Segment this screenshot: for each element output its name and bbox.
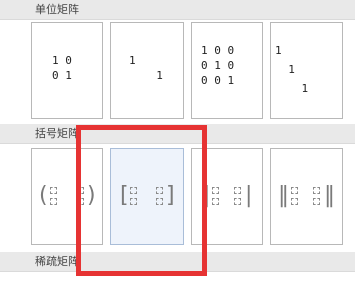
right-paren-icon: ) (87, 183, 96, 208)
identity-matrix-3x3-button[interactable]: 1 0 0 0 1 0 0 0 1 (191, 22, 263, 119)
placeholder-icon (212, 187, 219, 194)
identity-matrix-2x2-sparse-button[interactable]: 1 1 (110, 22, 184, 119)
placeholder-icon (130, 187, 137, 194)
matrix-row: 1 0 0 (201, 44, 235, 57)
section-header-bracket: 括号矩阵 (0, 124, 355, 144)
placeholder-icon (234, 198, 241, 205)
placeholder-icon (50, 187, 57, 194)
section-header-sparse: 稀疏矩阵 (0, 252, 355, 272)
matrix-row: 0 1 (52, 69, 72, 82)
placeholder-icon (156, 198, 163, 205)
placeholder-icon (212, 198, 219, 205)
matrix-row: 0 0 1 (201, 74, 235, 87)
right-double-bar-icon: ‖ (324, 183, 335, 208)
bracket-matrix-determinant-button[interactable]: | | (191, 148, 263, 245)
placeholder-icon (77, 198, 84, 205)
left-bar-icon: | (203, 183, 211, 208)
section-title-identity: 单位矩阵 (35, 3, 79, 16)
placeholder-icon (50, 198, 57, 205)
section-title-sparse: 稀疏矩阵 (35, 255, 79, 268)
bracket-matrix-parentheses-button[interactable]: ( ) (31, 148, 103, 245)
left-square-bracket-icon: [ (120, 183, 129, 208)
section-header-identity: 单位矩阵 (0, 0, 355, 20)
placeholder-icon (291, 187, 298, 194)
left-double-bar-icon: ‖ (278, 183, 289, 208)
placeholder-icon (234, 187, 241, 194)
matrix-row: 1 (275, 82, 309, 95)
left-paren-icon: ( (39, 183, 48, 208)
bracket-matrix-square-button[interactable]: [ ] (110, 148, 184, 245)
right-bar-icon: | (245, 183, 253, 208)
bracket-matrix-norm-button[interactable]: ‖ ‖ (270, 148, 343, 245)
matrix-row: 1 (129, 54, 149, 67)
matrix-row: 0 1 0 (201, 59, 235, 72)
matrix-row: 1 (143, 69, 163, 82)
matrix-row: 1 (275, 63, 309, 76)
placeholder-icon (291, 198, 298, 205)
placeholder-icon (77, 187, 84, 194)
placeholder-icon (313, 198, 320, 205)
section-title-bracket: 括号矩阵 (35, 127, 79, 140)
placeholder-icon (130, 198, 137, 205)
identity-matrix-3x3-sparse-button[interactable]: 1 1 1 (270, 22, 343, 119)
identity-matrix-2x2-button[interactable]: 1 0 0 1 (31, 22, 103, 119)
matrix-row: 1 0 (52, 54, 72, 67)
right-square-bracket-icon: ] (166, 183, 175, 208)
matrix-row: 1 (275, 44, 309, 57)
placeholder-icon (156, 187, 163, 194)
placeholder-icon (313, 187, 320, 194)
